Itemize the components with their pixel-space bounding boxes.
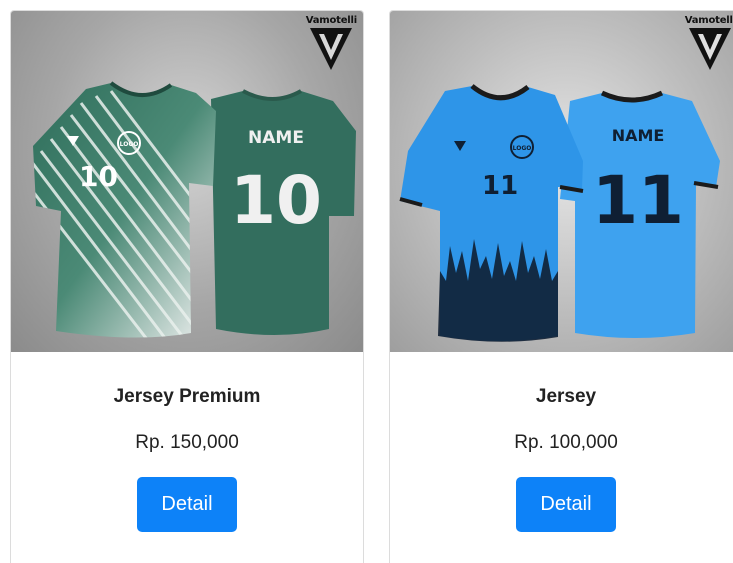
product-card: 10 LOGO NAME 10 Vamotelli Jersey Premium… (10, 10, 364, 563)
brand-logo: Vamotelli (306, 15, 357, 72)
product-title: Jersey Premium (113, 386, 261, 407)
jersey-back-number: 11 (592, 162, 684, 239)
jersey-logo-text: LOGO (120, 141, 139, 148)
jersey-logo-text: LOGO (513, 145, 532, 152)
product-image: 11 LOGO NAME 11 Vamotelli (390, 11, 733, 352)
product-price: Rp. 150,000 (135, 432, 239, 453)
brand-v-icon (689, 28, 732, 70)
jersey-back-name: NAME (612, 126, 665, 145)
jersey-front-number: 11 (482, 171, 518, 201)
jersey-front-number: 10 (79, 160, 118, 193)
detail-button[interactable]: Detail (516, 477, 616, 532)
product-price: Rp. 100,000 (514, 432, 618, 453)
brand-logo: Vamotelli (685, 15, 733, 72)
product-title: Jersey (535, 386, 597, 407)
product-image: 10 LOGO NAME 10 Vamotelli (11, 11, 363, 352)
product-card: 11 LOGO NAME 11 Vamotelli Jersey Rp. 100… (389, 10, 733, 563)
detail-button[interactable]: Detail (137, 477, 237, 532)
brand-v-icon (310, 28, 353, 70)
jersey-back-number: 10 (230, 162, 322, 239)
jersey-back-name: NAME (248, 128, 304, 148)
